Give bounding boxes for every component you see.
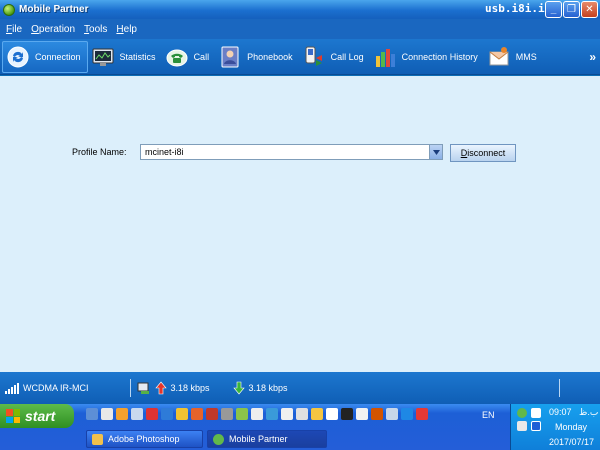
tab-connection[interactable]: Connection [2, 40, 88, 73]
download-speed: 3.18 kbps [248, 383, 288, 393]
quick-launch-icon[interactable] [326, 408, 338, 420]
bluetooth-icon[interactable] [531, 421, 541, 431]
network-name: WCDMA IR-MCI [23, 383, 89, 393]
tab-call[interactable]: Call [162, 41, 216, 73]
quick-launch-icon[interactable] [131, 408, 143, 420]
menu-operation[interactable]: Operation [31, 24, 75, 35]
watermark-text: usb.i8i.ir [485, 2, 552, 15]
start-button[interactable]: start [0, 404, 74, 428]
status-bar: WCDMA IR-MCI 3.18 kbps 3.18 kbps [0, 372, 600, 404]
quick-launch-icon[interactable] [146, 408, 158, 420]
quick-launch-icon[interactable] [236, 408, 248, 420]
mms-icon [488, 46, 510, 68]
clock-ampm: ب.ظ [579, 407, 599, 417]
tab-phonebook-label: Phonebook [247, 51, 293, 62]
mobile-partner-logo-icon [3, 3, 15, 16]
connection-history-icon [374, 46, 396, 68]
photoshop-icon [92, 433, 103, 445]
connection-panel: Profile Name: mcinet-i8i Disconnect [0, 76, 600, 372]
close-button[interactable]: ✕ [581, 1, 598, 18]
mobile-partner-tray-icon[interactable] [517, 408, 527, 418]
language-indicator[interactable]: EN [482, 410, 495, 420]
menu-tools[interactable]: Tools [84, 24, 107, 35]
quick-launch-icon[interactable] [191, 408, 203, 420]
quick-launch-icon[interactable] [341, 408, 353, 420]
tab-call-log-label: Call Log [330, 51, 364, 62]
title-bar: Mobile Partner usb.i8i.ir _ ❐ ✕ [0, 0, 600, 19]
task-label: Adobe Photoshop [108, 434, 180, 444]
profile-name-dropdown[interactable]: mcinet-i8i [140, 144, 443, 160]
call-log-icon [303, 46, 325, 68]
quick-launch-icon[interactable] [116, 408, 128, 420]
quick-launch-icon[interactable] [356, 408, 368, 420]
download-arrow-icon [232, 381, 246, 395]
quick-launch-icon[interactable] [221, 408, 233, 420]
clock-time: 09:07 [549, 407, 572, 417]
system-tray: 09:07 ب.ظ Monday 2017/07/17 [510, 404, 600, 450]
task-label: Mobile Partner [229, 434, 288, 444]
quick-launch-icon[interactable] [371, 408, 383, 420]
minimize-button[interactable]: _ [545, 1, 562, 18]
quick-launch-icon[interactable] [161, 408, 173, 420]
quick-launch-icon[interactable] [281, 408, 293, 420]
quick-launch-icon[interactable] [296, 408, 308, 420]
network-tray-icon[interactable] [517, 421, 527, 431]
tab-connection-label: Connection [35, 51, 81, 62]
quick-launch-icon[interactable] [206, 408, 218, 420]
menu-bar: File Operation Tools Help [0, 19, 600, 39]
task-mobile-partner[interactable]: Mobile Partner [207, 430, 327, 448]
disconnect-button[interactable]: Disconnect [450, 144, 516, 162]
maximize-button[interactable]: ❐ [563, 1, 580, 18]
start-label: start [25, 408, 56, 424]
toolbar-overflow-icon[interactable]: » [589, 50, 596, 64]
quick-launch-bar [86, 408, 428, 420]
quick-launch-icon[interactable] [86, 408, 98, 420]
tab-mms[interactable]: MMS [484, 41, 543, 73]
tab-connection-history-label: Connection History [401, 51, 478, 62]
quick-launch-icon[interactable] [251, 408, 263, 420]
status-divider [129, 379, 131, 397]
statistics-icon [92, 46, 114, 68]
windows-logo-icon [6, 409, 20, 423]
status-divider-end [559, 379, 560, 397]
clock-date: 2017/07/17 [549, 437, 595, 447]
menu-help[interactable]: Help [116, 24, 137, 35]
tab-connection-history[interactable]: Connection History [370, 41, 484, 73]
modem-status-icon [137, 381, 151, 395]
tab-call-log[interactable]: Call Log [299, 41, 370, 73]
call-icon [166, 46, 188, 68]
upload-arrow-icon [154, 381, 168, 395]
quick-launch-icon[interactable] [176, 408, 188, 420]
profile-name-label: Profile Name: [72, 147, 127, 157]
upload-speed: 3.18 kbps [170, 383, 210, 393]
connection-icon [7, 46, 29, 68]
main-toolbar: Connection Statistics Call Phonebook Cal… [0, 39, 600, 75]
quick-launch-icon[interactable] [416, 408, 428, 420]
clock-day: Monday [555, 422, 588, 432]
window-title: Mobile Partner [19, 4, 89, 15]
quick-launch-icon[interactable] [386, 408, 398, 420]
tab-phonebook[interactable]: Phonebook [215, 41, 299, 73]
task-adobe-photoshop[interactable]: Adobe Photoshop [86, 430, 203, 448]
menu-file[interactable]: File [6, 24, 22, 35]
quick-launch-icon[interactable] [266, 408, 278, 420]
tab-call-label: Call [193, 51, 210, 62]
tab-statistics-label: Statistics [119, 51, 156, 62]
chevron-down-icon[interactable] [429, 145, 442, 159]
quick-launch-icon[interactable] [311, 408, 323, 420]
tab-statistics[interactable]: Statistics [88, 41, 162, 73]
phonebook-icon [219, 46, 241, 68]
signal-strength-icon [5, 382, 19, 394]
mobile-partner-icon [213, 433, 224, 445]
windows-taskbar: start EN 09:07 ب.ظ Monday 2017/07/17 Ado… [0, 404, 600, 450]
speaker-icon[interactable] [531, 408, 541, 418]
quick-launch-icon[interactable] [101, 408, 113, 420]
profile-name-value: mcinet-i8i [145, 147, 184, 157]
quick-launch-icon[interactable] [401, 408, 413, 420]
tab-mms-label: MMS [515, 51, 537, 62]
